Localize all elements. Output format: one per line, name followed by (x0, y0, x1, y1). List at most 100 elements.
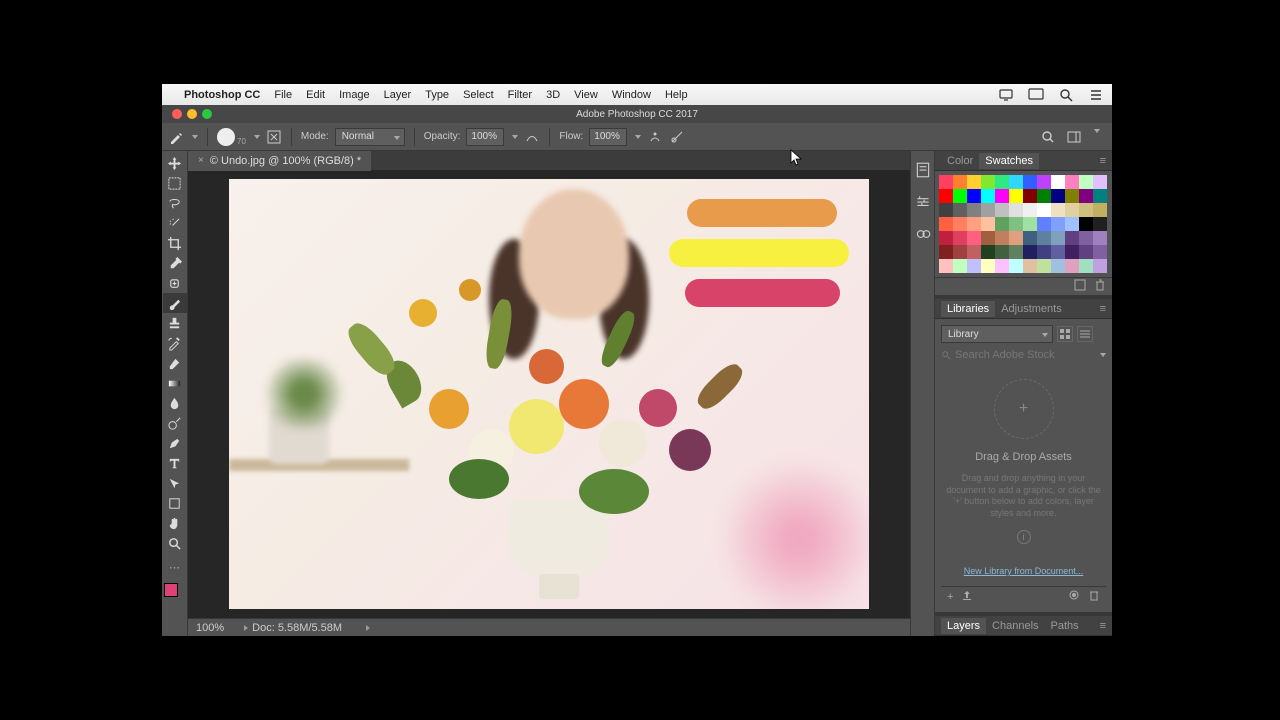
search-icon[interactable] (1058, 88, 1074, 102)
tab-adjustments[interactable]: Adjustments (995, 301, 1068, 317)
opacity-pressure-icon[interactable] (524, 129, 540, 145)
library-select[interactable]: Library (941, 325, 1053, 343)
delete-swatch-icon[interactable] (1094, 279, 1106, 294)
swatch[interactable] (1079, 203, 1093, 217)
menu-view[interactable]: View (574, 89, 598, 101)
swatch[interactable] (1037, 217, 1051, 231)
menu-filter[interactable]: Filter (508, 89, 532, 101)
swatch[interactable] (981, 245, 995, 259)
history-panel-icon[interactable] (914, 161, 932, 179)
app-menu[interactable]: Photoshop CC (184, 89, 260, 101)
character-panel-icon[interactable] (914, 225, 932, 243)
marquee-tool[interactable] (163, 173, 187, 193)
swatch[interactable] (1051, 203, 1065, 217)
delete-icon[interactable] (1088, 589, 1100, 604)
type-tool[interactable] (163, 453, 187, 473)
swatch[interactable] (1037, 245, 1051, 259)
flow-input[interactable]: 100% (589, 128, 627, 146)
library-search[interactable]: Search Adobe Stock (955, 349, 1055, 361)
swatch[interactable] (1051, 259, 1065, 273)
minimize-window-button[interactable] (187, 109, 197, 119)
menu-image[interactable]: Image (339, 89, 370, 101)
swatch[interactable] (981, 189, 995, 203)
swatch[interactable] (1023, 189, 1037, 203)
document-tab[interactable]: × © Undo.jpg @ 100% (RGB/8) * (188, 151, 371, 171)
menu-type[interactable]: Type (425, 89, 449, 101)
swatch[interactable] (1051, 189, 1065, 203)
zoom-window-button[interactable] (202, 109, 212, 119)
crop-tool[interactable] (163, 233, 187, 253)
swatch[interactable] (1009, 189, 1023, 203)
swatch[interactable] (1023, 259, 1037, 273)
mode-select[interactable]: Normal (335, 128, 405, 146)
menu-file[interactable]: File (274, 89, 292, 101)
zoom-level[interactable]: 100% (196, 622, 224, 634)
tab-swatches[interactable]: Swatches (979, 153, 1039, 169)
swatch[interactable] (1009, 203, 1023, 217)
tab-color[interactable]: Color (941, 153, 979, 169)
swatch[interactable] (1093, 203, 1107, 217)
dodge-tool[interactable] (163, 413, 187, 433)
swatch[interactable] (995, 231, 1009, 245)
swatch[interactable] (995, 259, 1009, 273)
swatch[interactable] (1037, 175, 1051, 189)
swatch[interactable] (1009, 245, 1023, 259)
swatch[interactable] (1065, 245, 1079, 259)
brush-preview-icon[interactable] (217, 128, 235, 146)
swatch[interactable] (939, 203, 953, 217)
swatch[interactable] (939, 189, 953, 203)
new-library-link[interactable]: New Library from Document... (941, 566, 1106, 576)
brush-tool[interactable] (163, 293, 187, 313)
swatch[interactable] (1093, 217, 1107, 231)
swatch[interactable] (1037, 189, 1051, 203)
sync-icon[interactable] (1068, 589, 1080, 604)
swatch[interactable] (1051, 231, 1065, 245)
swatch[interactable] (1079, 175, 1093, 189)
tab-channels[interactable]: Channels (986, 618, 1044, 634)
swatch[interactable] (1093, 259, 1107, 273)
swatch[interactable] (1037, 203, 1051, 217)
edit-toolbar[interactable]: ⋯ (163, 557, 187, 577)
swatch[interactable] (1051, 245, 1065, 259)
panel-menu-icon[interactable]: ≡ (1100, 620, 1106, 632)
swatch[interactable] (967, 217, 981, 231)
properties-panel-icon[interactable] (914, 193, 932, 211)
swatch[interactable] (953, 231, 967, 245)
pen-tool[interactable] (163, 433, 187, 453)
gradient-tool[interactable] (163, 373, 187, 393)
swatch[interactable] (1023, 217, 1037, 231)
close-window-button[interactable] (172, 109, 182, 119)
swatch[interactable] (953, 189, 967, 203)
swatch[interactable] (1065, 175, 1079, 189)
swatch[interactable] (953, 203, 967, 217)
info-icon[interactable]: i (1017, 530, 1031, 544)
swatch[interactable] (981, 231, 995, 245)
close-tab-icon[interactable]: × (198, 155, 204, 166)
blur-tool[interactable] (163, 393, 187, 413)
menu-select[interactable]: Select (463, 89, 494, 101)
swatch[interactable] (1051, 175, 1065, 189)
hand-tool[interactable] (163, 513, 187, 533)
swatch[interactable] (1093, 245, 1107, 259)
swatch[interactable] (939, 259, 953, 273)
menu-layer[interactable]: Layer (384, 89, 412, 101)
shape-tool[interactable] (163, 493, 187, 513)
swatch[interactable] (953, 175, 967, 189)
swatch[interactable] (1051, 217, 1065, 231)
doc-info[interactable]: Doc: 5.58M/5.58M (252, 622, 342, 634)
canvas[interactable] (229, 179, 869, 609)
swatch[interactable] (981, 259, 995, 273)
zoom-tool[interactable] (163, 533, 187, 553)
menu-help[interactable]: Help (665, 89, 688, 101)
menu-3d[interactable]: 3D (546, 89, 560, 101)
swatch[interactable] (939, 175, 953, 189)
swatch[interactable] (981, 217, 995, 231)
swatch[interactable] (1079, 231, 1093, 245)
swatch[interactable] (1009, 175, 1023, 189)
swatch[interactable] (1037, 259, 1051, 273)
lasso-tool[interactable] (163, 193, 187, 213)
swatch[interactable] (953, 245, 967, 259)
swatch[interactable] (1065, 259, 1079, 273)
airbrush-icon[interactable] (647, 129, 663, 145)
swatch[interactable] (1079, 217, 1093, 231)
